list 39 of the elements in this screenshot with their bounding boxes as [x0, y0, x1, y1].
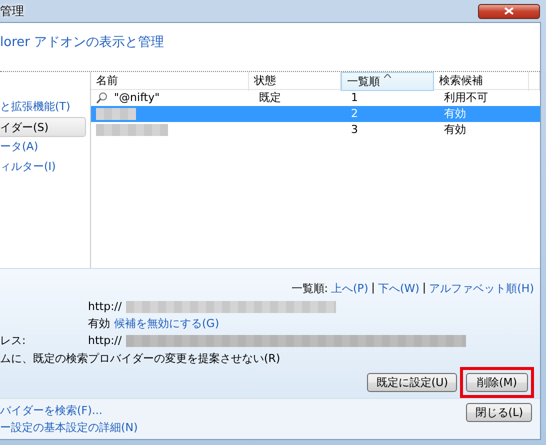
column-header[interactable]: 一覧順 [341, 72, 434, 91]
status-text: 既定 [258, 90, 281, 106]
action-button[interactable]: 削除(M) [466, 373, 528, 392]
url-text: http:// [88, 334, 122, 347]
sidebar-item[interactable]: イダー(S) [0, 117, 86, 137]
close-button[interactable] [478, 4, 540, 18]
footer-link[interactable]: バイダーを検索(F)... [0, 403, 138, 418]
separator: | [422, 281, 426, 296]
sidebar-item[interactable]: ィルター(I) [0, 157, 90, 177]
footer-link[interactable]: ー設定の基本設定の詳細(N) [0, 420, 138, 435]
order-number: 2 [350, 106, 358, 122]
field-label: レス: [0, 333, 26, 348]
sort-link[interactable]: 下へ(W) [378, 281, 420, 298]
column-header[interactable]: 検索候補 [434, 72, 529, 91]
header-title: lorer アドオンの表示と管理 [0, 35, 164, 50]
order-number: 1 [350, 90, 358, 106]
suggestion-status: 有効 [443, 122, 466, 138]
window-title: 管理 [0, 2, 24, 20]
disable-suggestions-link[interactable]: 候補を無効にする(G) [114, 316, 220, 331]
url-text: http:// [88, 300, 122, 313]
list-row[interactable]: "@nifty" 既定 1 利用不可 [91, 90, 540, 106]
action-button[interactable]: 既定に設定(U) [367, 373, 457, 392]
option-label[interactable]: ムに、既定の検索プロバイダーの変更を提案させない(R) [0, 352, 280, 365]
status-text: 有効 [88, 316, 110, 331]
sort-label: 一覧順: [291, 281, 328, 297]
close-dialog-button[interactable]: 閉じる(L) [466, 403, 532, 422]
search-icon [96, 92, 107, 104]
column-header[interactable]: 名前 [91, 72, 249, 91]
close-icon [504, 7, 514, 15]
sort-link[interactable]: 上へ(P) [331, 281, 368, 298]
separator: | [371, 281, 375, 296]
order-number: 3 [350, 122, 358, 138]
suggestion-status: 利用不可 [443, 90, 488, 106]
sort-link[interactable]: アルファベット順(H) [429, 281, 534, 298]
sidebar-item[interactable]: ータ(A) [0, 137, 90, 157]
provider-name: "@nifty" [113, 90, 160, 106]
list-row[interactable]: 3 有効 [91, 122, 540, 138]
suggestion-status: 有効 [443, 106, 466, 122]
sidebar-item[interactable]: と拡張機能(T) [0, 97, 90, 117]
